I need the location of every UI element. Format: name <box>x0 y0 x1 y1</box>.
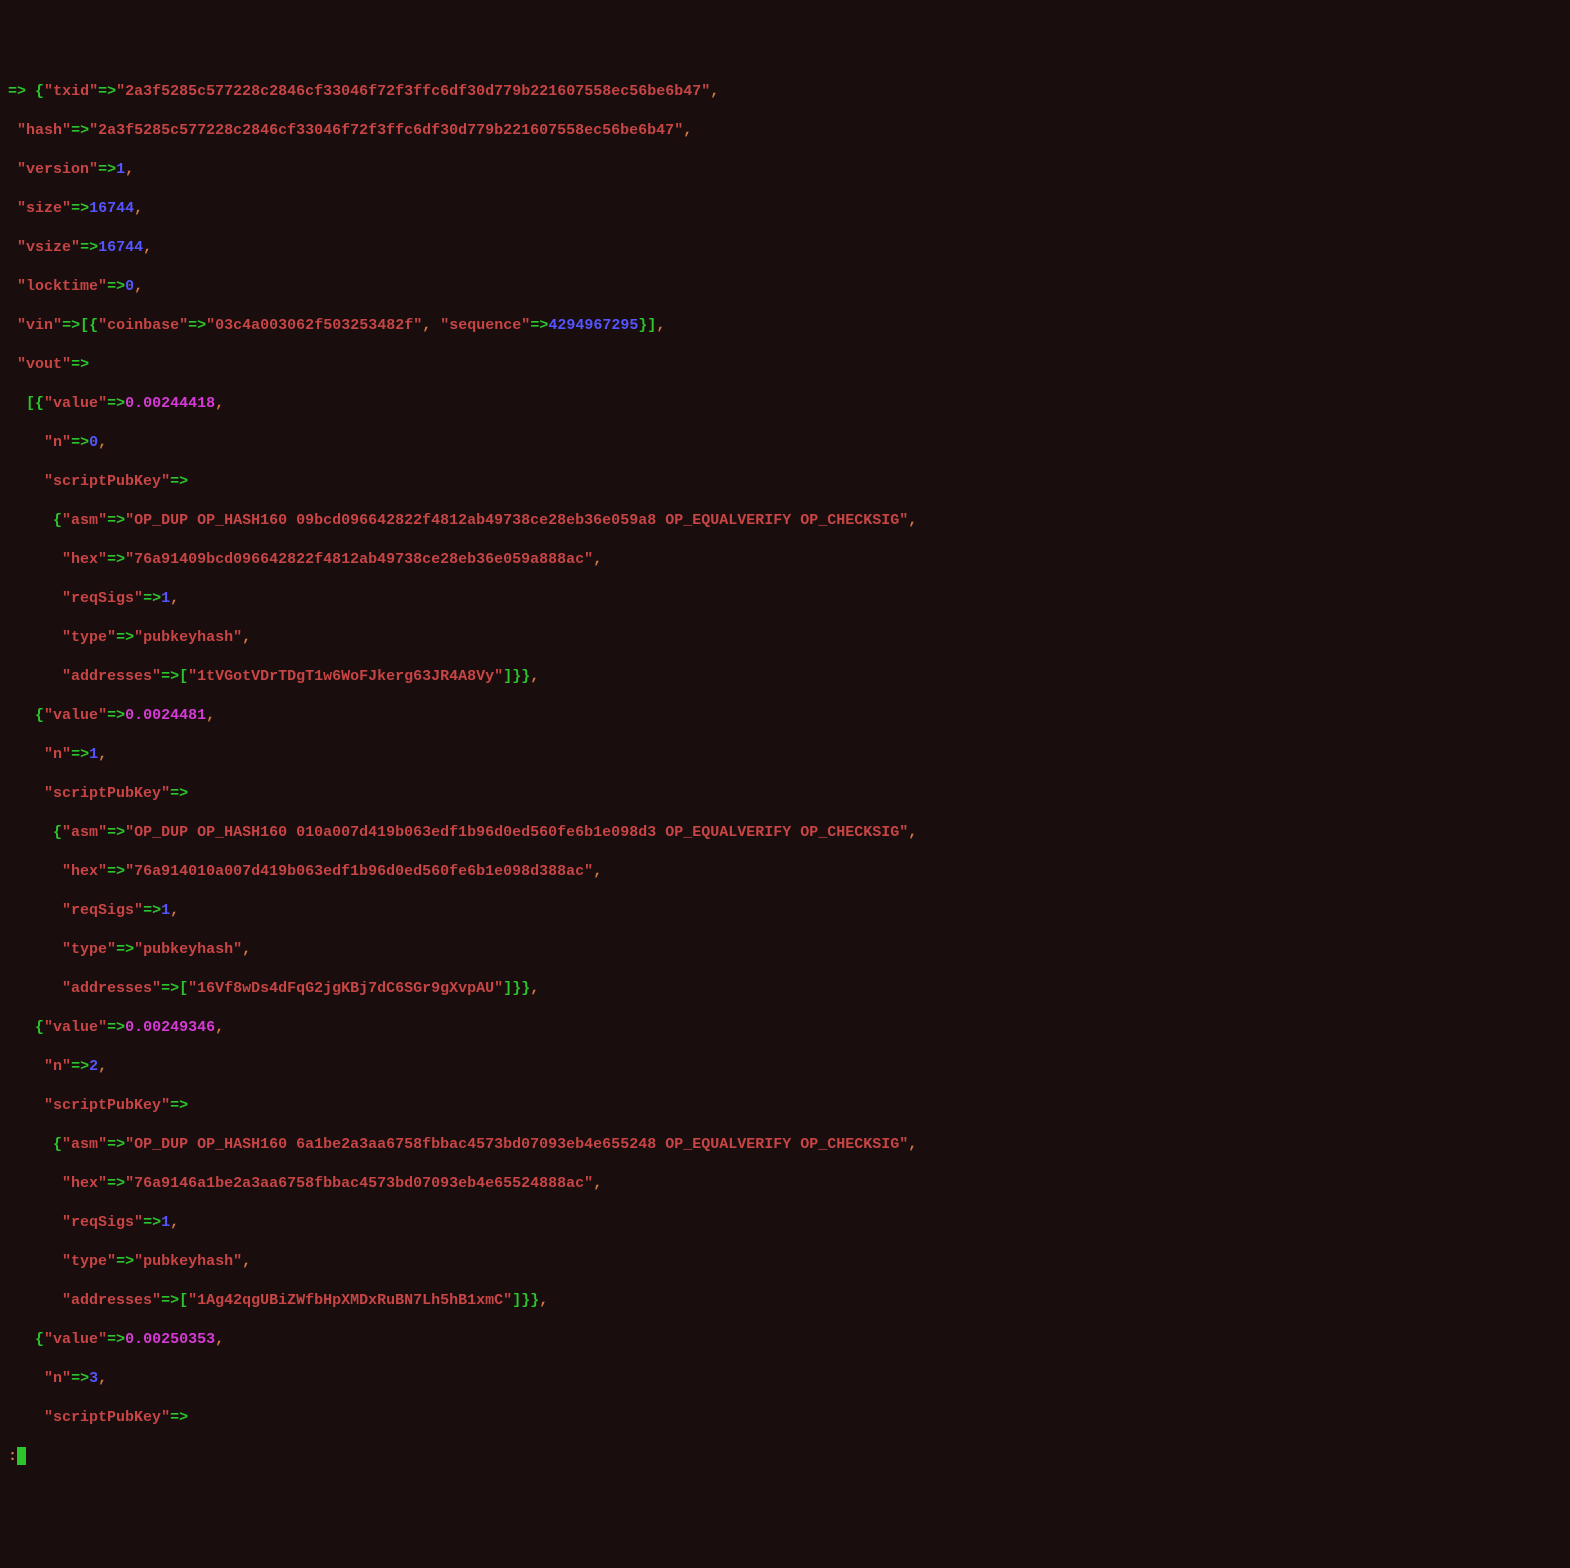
cursor-icon <box>17 1447 26 1465</box>
vout0-asm: OP_DUP OP_HASH160 09bcd096642822f4812ab4… <box>134 512 899 529</box>
val-version: 1 <box>116 161 125 178</box>
vout2-n: 2 <box>89 1058 98 1075</box>
vout3-value: 0.00250353 <box>125 1331 215 1348</box>
vout1-n: 1 <box>89 746 98 763</box>
val-vsize: 16744 <box>98 239 143 256</box>
terminal-output: => {"txid"=>"2a3f5285c577228c2846cf33046… <box>8 82 1562 1467</box>
key-version: version <box>26 161 89 178</box>
key-txid: txid <box>53 83 89 100</box>
pager-prompt[interactable]: : <box>8 1448 17 1465</box>
key-hash: hash <box>26 122 62 139</box>
vout0-value: 0.00244418 <box>125 395 215 412</box>
vout2-hex: 76a9146a1be2a3aa6758fbbac4573bd07093eb4e… <box>134 1175 584 1192</box>
vout1-addr: 16Vf8wDs4dFqG2jgKBj7dC6SGr9gXvpAU <box>197 980 494 997</box>
key-vsize: vsize <box>26 239 71 256</box>
val-sequence: 4294967295 <box>548 317 638 334</box>
val-size: 16744 <box>89 200 134 217</box>
val-hash: 2a3f5285c577228c2846cf33046f72f3ffc6df30… <box>98 122 674 139</box>
vout1-reqSigs: 1 <box>161 902 170 919</box>
key-vin: vin <box>26 317 53 334</box>
vout2-addr: 1Ag42qgUBiZWfbHpXMDxRuBN7Lh5hB1xmC <box>197 1292 503 1309</box>
vout0-hex: 76a91409bcd096642822f4812ab49738ce28eb36… <box>134 551 584 568</box>
key-locktime: locktime <box>26 278 98 295</box>
vout0-n: 0 <box>89 434 98 451</box>
vout1-value: 0.0024481 <box>125 707 206 724</box>
vout1-asm: OP_DUP OP_HASH160 010a007d419b063edf1b96… <box>134 824 899 841</box>
val-txid: 2a3f5285c577228c2846cf33046f72f3ffc6df30… <box>125 83 701 100</box>
key-coinbase: coinbase <box>107 317 179 334</box>
vout0-addr: 1tVGotVDrTDgT1w6WoFJkerg63JR4A8Vy <box>197 668 494 685</box>
arrow: => <box>8 83 26 100</box>
key-vout: vout <box>26 356 62 373</box>
val-coinbase: 03c4a003062f503253482f <box>215 317 413 334</box>
vout2-asm: OP_DUP OP_HASH160 6a1be2a3aa6758fbbac457… <box>134 1136 899 1153</box>
val-locktime: 0 <box>125 278 134 295</box>
key-sequence: sequence <box>449 317 521 334</box>
vout2-reqSigs: 1 <box>161 1214 170 1231</box>
vout0-reqSigs: 1 <box>161 590 170 607</box>
vout3-n: 3 <box>89 1370 98 1387</box>
key-size: size <box>26 200 62 217</box>
vout1-hex: 76a914010a007d419b063edf1b96d0ed560fe6b1… <box>134 863 584 880</box>
